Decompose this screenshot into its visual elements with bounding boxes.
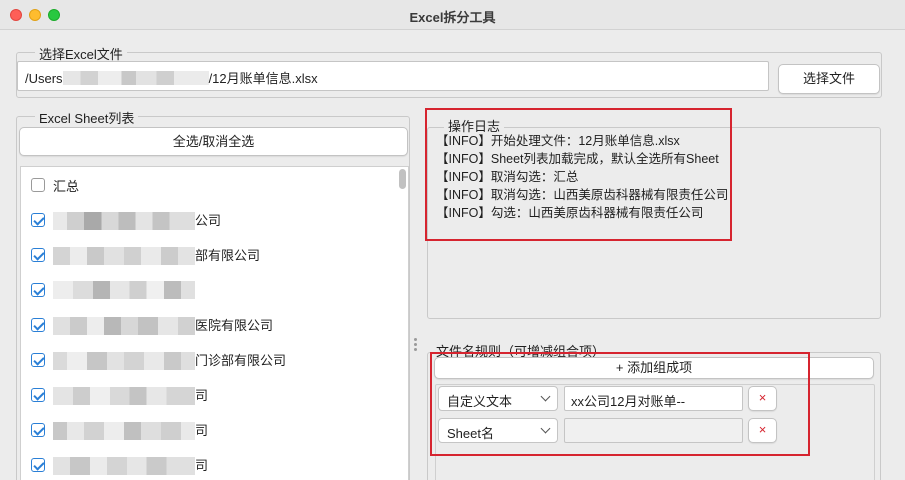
sheet-item-label: 司 [53,455,208,476]
sheet-item-label [53,281,195,299]
sheet-item-label: 汇总 [53,178,80,194]
sheet-checkbox[interactable] [31,178,45,192]
redacted-name-mosaic [53,247,195,266]
sheet-checkbox[interactable] [31,283,45,297]
redacted-name-mosaic [53,212,195,231]
sheet-checkbox[interactable] [31,353,45,367]
sheet-item[interactable] [31,279,391,301]
redacted-name-mosaic [53,352,195,371]
sheet-checkbox[interactable] [31,213,45,227]
choose-file-button[interactable]: 选择文件 [778,64,880,94]
select-all-button[interactable]: 全选/取消全选 [19,127,408,156]
sheet-item[interactable]: 司 [31,384,391,406]
sheet-checkbox[interactable] [31,388,45,402]
sheet-item[interactable]: 公司 [31,209,391,231]
redacted-path-mosaic [62,71,209,85]
title-bar: Excel拆分工具 [0,0,905,30]
sheet-checkbox[interactable] [31,318,45,332]
sheet-checkbox[interactable] [31,248,45,262]
sheet-item-label: 部有限公司 [53,245,260,266]
sheet-item-label: 医院有限公司 [53,315,273,336]
sheet-item-summary[interactable]: 汇总 [31,174,391,196]
sheet-list-group: Excel Sheet列表 全选/取消全选 汇总 公司 部有限公司 医院有限公司… [16,108,410,480]
sheet-list[interactable]: 汇总 公司 部有限公司 医院有限公司 门诊部有限公司 司 司 司 [20,166,409,480]
sheet-item[interactable]: 部有限公司 [31,244,391,266]
window-title: Excel拆分工具 [409,10,496,25]
log-highlight-annotation [425,108,732,241]
sheet-item-label: 门诊部有限公司 [53,350,286,371]
redacted-name-mosaic [53,317,195,336]
sheet-checkbox[interactable] [31,423,45,437]
file-path-prefix: /Users [25,71,63,86]
redacted-name-mosaic [53,387,195,406]
redacted-name-mosaic [53,422,195,441]
rule-highlight-annotation [430,352,810,456]
sheet-list-scrollbar[interactable] [398,168,407,480]
file-path-suffix: /12月账单信息.xlsx [208,71,318,86]
sheet-item-label: 司 [53,385,208,406]
splitter-handle[interactable] [413,338,418,356]
file-path-input[interactable]: /Users/12月账单信息.xlsx [17,61,769,91]
sheet-item-label: 公司 [53,210,221,231]
sheet-item[interactable]: 司 [31,419,391,441]
sheet-item-label: 司 [53,420,208,441]
redacted-name-mosaic [53,281,195,299]
sheet-item[interactable]: 医院有限公司 [31,314,391,336]
sheet-item[interactable]: 司 [31,454,391,476]
file-select-group: 选择Excel文件 /Users/12月账单信息.xlsx 选择文件 [16,44,882,98]
sheet-item[interactable]: 门诊部有限公司 [31,349,391,371]
sheet-checkbox[interactable] [31,458,45,472]
scrollbar-thumb[interactable] [399,169,406,189]
redacted-name-mosaic [53,457,195,476]
sheet-list-title: Excel Sheet列表 [35,108,139,127]
